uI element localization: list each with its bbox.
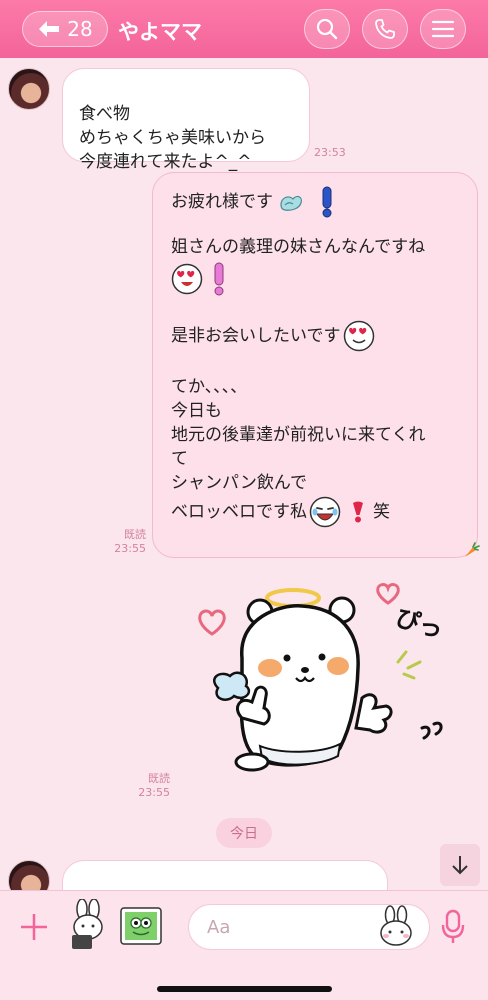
call-button[interactable] xyxy=(362,9,408,49)
phone-icon xyxy=(375,19,395,39)
heart-eyes-emoji-icon xyxy=(343,320,374,352)
menu-button[interactable] xyxy=(420,9,466,49)
photo-frog-icon[interactable] xyxy=(120,907,162,945)
message-line: 今日も xyxy=(171,401,222,421)
message-line: ベロッベロです私 xyxy=(171,502,307,522)
waving-hand-emoji-icon xyxy=(280,195,302,211)
unread-count: 28 xyxy=(67,17,93,41)
message-timestamp: 23:53 xyxy=(314,146,346,159)
sticker-message[interactable]: ぴっ xyxy=(190,578,460,788)
incoming-message-bubble[interactable]: 食べ物 めちゃくちゃ美味いから 今度連れて来たよ^_^ xyxy=(62,68,310,172)
back-arrow-icon xyxy=(39,21,60,37)
carrot-reaction-icon[interactable] xyxy=(462,542,480,560)
emoji-rabbit-icon[interactable] xyxy=(378,905,414,947)
message-composer: Aa xyxy=(0,890,488,1000)
home-indicator xyxy=(157,986,332,992)
message-line: 是非お会いしたいです xyxy=(171,326,341,346)
exclamation-red-emoji-icon xyxy=(353,501,363,523)
chat-header: 28 やよママ xyxy=(0,0,488,58)
outgoing-message-bubble[interactable]: お疲れ様です 姐さんの義理の妹さんなんですね 是非お会いしたいです てか、、、、… xyxy=(152,172,478,558)
arrow-down-icon xyxy=(452,856,468,875)
message-line-end: 笑 xyxy=(373,502,390,522)
search-icon xyxy=(316,18,338,40)
message-line: お疲れ様です xyxy=(171,192,273,212)
laughing-emoji-icon xyxy=(309,496,341,528)
sticker-rabbit-icon[interactable] xyxy=(66,899,110,951)
message-line: シャンパン飲んで xyxy=(171,473,307,493)
sender-avatar[interactable] xyxy=(8,68,50,110)
search-button[interactable] xyxy=(304,9,350,49)
message-line: てか、、、、 xyxy=(171,377,248,397)
chat-title: やよママ xyxy=(118,20,202,44)
read-receipt: 既読 xyxy=(124,528,146,541)
message-timestamp: 23:55 xyxy=(138,786,170,799)
message-line: て xyxy=(171,449,188,469)
heart-eyes-emoji-icon xyxy=(171,263,203,295)
message-line: 地元の後輩達が前祝いに来てくれ xyxy=(171,425,426,445)
menu-icon xyxy=(431,20,455,38)
input-placeholder: Aa xyxy=(207,916,231,938)
scroll-to-bottom-button[interactable] xyxy=(440,844,480,886)
message-line: 姐さんの義理の妹さんなんですね xyxy=(171,237,426,257)
message-timestamp: 23:55 xyxy=(114,542,146,555)
message-text: 食べ物 めちゃくちゃ美味いから 今度連れて来たよ^_^ xyxy=(79,104,266,172)
date-divider: 今日 xyxy=(216,818,272,848)
plus-icon[interactable] xyxy=(18,911,50,943)
mic-icon[interactable] xyxy=(440,909,466,945)
exclamation-blue-emoji-icon xyxy=(322,186,332,218)
back-button[interactable]: 28 xyxy=(22,11,108,47)
exclamation-pink-emoji-icon xyxy=(214,262,224,296)
read-receipt: 既読 xyxy=(148,772,170,785)
